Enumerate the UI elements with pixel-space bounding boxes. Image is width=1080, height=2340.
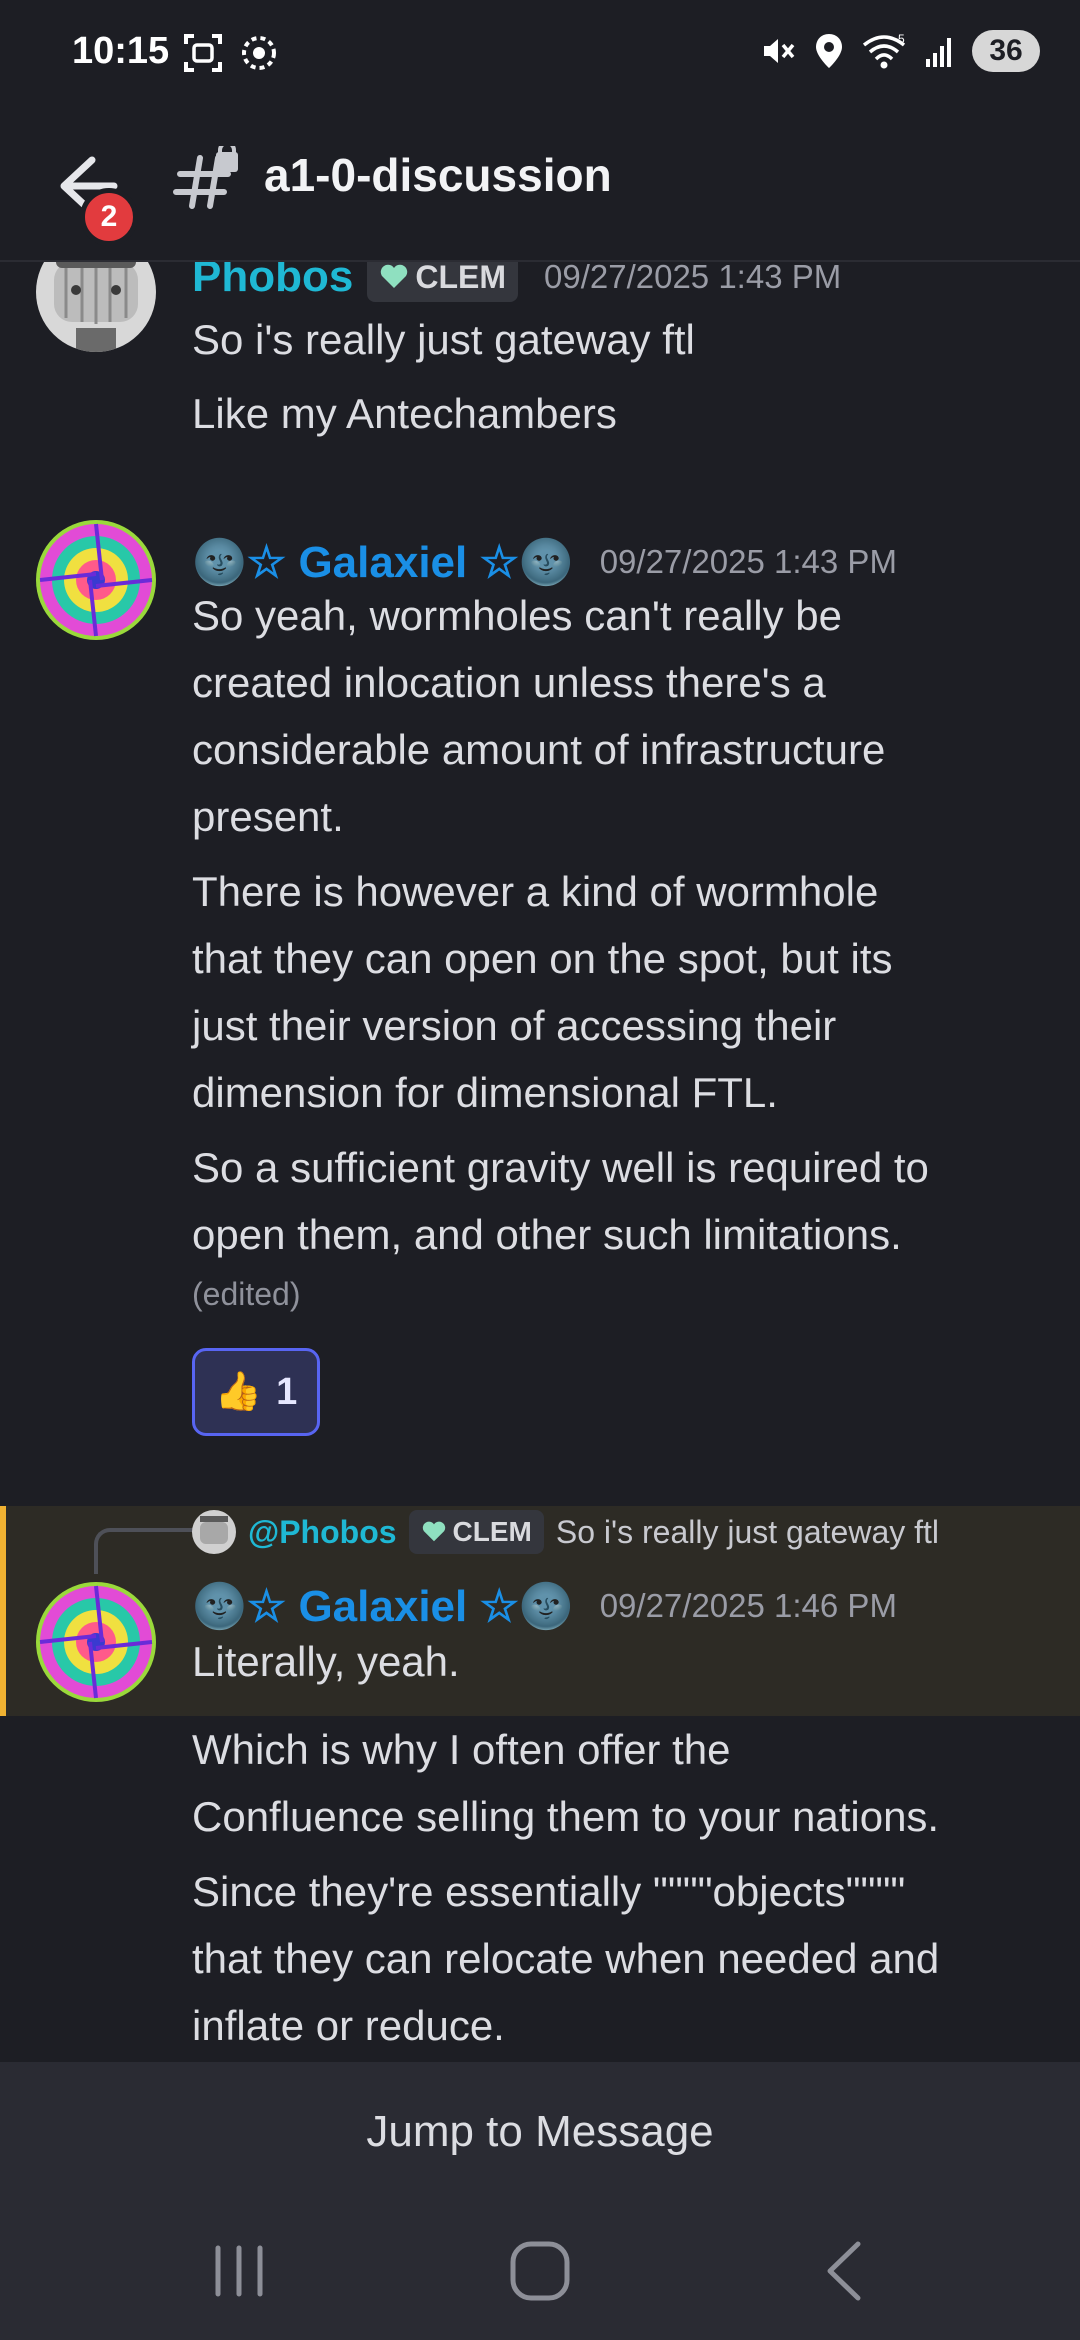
message-text: Like my Antechambers (192, 390, 617, 437)
reply-connector (94, 1528, 194, 1574)
message-text: Literally, yeah. (192, 1638, 460, 1685)
status-right-icons: 5 36 (760, 30, 1040, 72)
message-text: Which is why I often offer the (192, 1726, 731, 1773)
message-header: Phobos CLEM 09/27/2025 1:43 PM (192, 262, 841, 302)
robot-avatar-image (192, 1510, 236, 1554)
timestamp: 09/27/2025 1:43 PM (543, 262, 842, 295)
message-text: Confluence selling them to your nations. (192, 1793, 940, 1840)
status-time: 10:15 (72, 30, 170, 72)
reply-author: @Phobos (248, 1513, 397, 1550)
message-text: Since they're essentially """"objects"""… (192, 1868, 906, 1915)
channel-header: 2 a1-0-discussion (0, 110, 1080, 262)
signal-label: 5 (898, 33, 905, 46)
message-group: 🌚☆ Galaxiel ☆🌚 09/27/2025 1:43 PM So yea… (0, 520, 1080, 1260)
message-text: So yeah, wormholes can't really be (192, 592, 843, 639)
home-icon[interactable] (505, 2236, 575, 2306)
message-header: 🌚☆ Galaxiel ☆🌚 09/27/2025 1:43 PM (192, 536, 897, 588)
location-icon (816, 34, 842, 68)
message-text: present. (192, 793, 344, 840)
message-text: There is however a kind of wormhole (192, 868, 879, 915)
back-nav-icon[interactable] (810, 2236, 880, 2306)
robot-avatar-image (36, 262, 156, 352)
status-bar: 10:15 5 36 (0, 0, 1080, 110)
message-text: So a sufficient gravity well is required… (192, 1144, 929, 1191)
avatar[interactable] (36, 262, 156, 352)
message-list[interactable]: Phobos CLEM 09/27/2025 1:43 PM So i's re… (0, 262, 1080, 2062)
reply-text: So i's really just gateway ftl (555, 1513, 940, 1550)
clan-tag: CLEM (408, 1510, 544, 1554)
timestamp: 09/27/2025 1:43 PM (599, 543, 897, 580)
username[interactable]: 🌚☆ Galaxiel ☆🌚 (192, 1580, 574, 1632)
timestamp: 09/27/2025 1:46 PM (599, 1587, 897, 1624)
heart-icon (422, 1521, 445, 1542)
wifi-icon: 5 (862, 33, 906, 69)
message-text: dimension for dimensional FTL. (192, 1069, 778, 1116)
signal-icon (926, 38, 951, 67)
battery-level: 36 (972, 30, 1040, 72)
reply-avatar (192, 1510, 236, 1554)
unread-badge: 2 (80, 188, 138, 246)
reaction-count: 1 (276, 1370, 298, 1413)
clan-tag-label: CLEM (452, 1516, 532, 1547)
message-text: that they can open on the spot, but its (192, 935, 893, 982)
spiral-avatar-image (36, 1582, 156, 1702)
screenshot-icon (184, 34, 222, 72)
status-left-icons (182, 32, 280, 74)
jump-to-message-button[interactable]: Jump to Message (0, 2062, 1080, 2202)
edited-label: (edited) (192, 1276, 301, 1312)
thumbs-up-icon: 👍 (214, 1371, 263, 1413)
spiral-avatar-image (36, 520, 156, 640)
username[interactable]: 🌚☆ Galaxiel ☆🌚 (192, 536, 574, 588)
clan-tag[interactable]: CLEM (367, 262, 518, 302)
mute-icon (764, 39, 795, 63)
locked-channel-icon (173, 146, 238, 209)
message-text: inflate or reduce. (192, 2002, 505, 2049)
message-text: just their version of accessing their (192, 1002, 837, 1049)
username[interactable]: Phobos (192, 262, 353, 302)
message-text: So i's really just gateway ftl (192, 316, 695, 363)
clan-tag-label: CLEM (415, 262, 506, 295)
message-text: considerable amount of infrastructure (192, 726, 886, 773)
message-header: 🌚☆ Galaxiel ☆🌚 09/27/2025 1:46 PM (192, 1580, 897, 1632)
message-text: that they can relocate when needed and (192, 1935, 940, 1982)
message-text: open them, and other such limitations. (192, 1211, 902, 1258)
avatar[interactable] (36, 1582, 156, 1702)
reply-preview[interactable]: @Phobos CLEM So i's really just gateway … (192, 1510, 939, 1554)
recent-apps-icon[interactable] (204, 2236, 274, 2306)
settings-icon (242, 36, 276, 70)
message-text: created inlocation unless there's a (192, 659, 826, 706)
reaction-button[interactable]: 👍 1 (192, 1348, 320, 1436)
heart-icon (381, 264, 408, 288)
channel-name: a1-0-discussion (264, 149, 612, 201)
system-nav-bar (0, 2202, 1080, 2340)
avatar[interactable] (36, 520, 156, 640)
